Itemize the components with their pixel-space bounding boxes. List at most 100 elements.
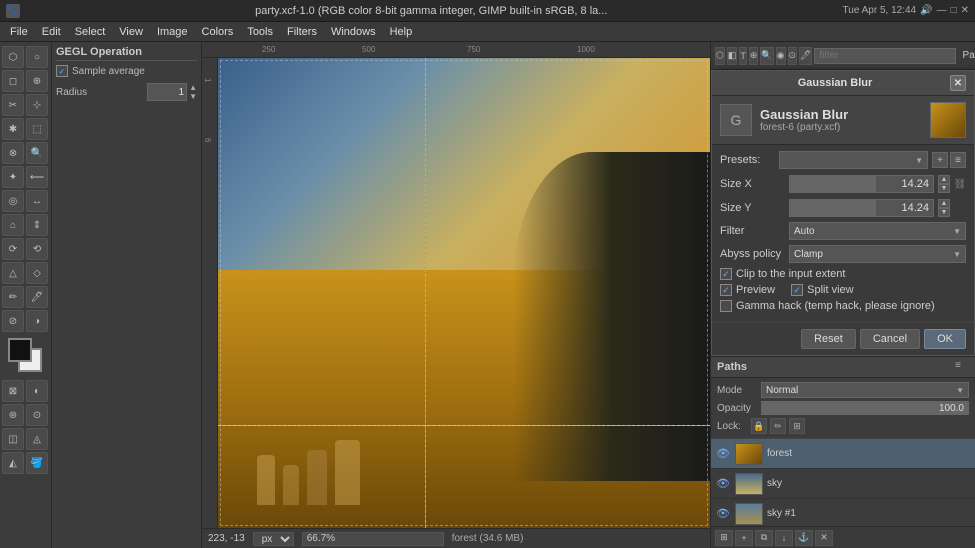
- filter-select[interactable]: Auto ▼: [789, 222, 966, 240]
- fg-bg-colors[interactable]: [8, 338, 44, 374]
- tool-text[interactable]: ✏: [2, 286, 24, 308]
- menu-select[interactable]: Select: [69, 24, 112, 40]
- size-x-spinner[interactable]: ▲ ▼: [938, 175, 950, 193]
- sample-average-checkbox[interactable]: ✓: [56, 65, 68, 77]
- size-x-up[interactable]: ▲: [938, 175, 950, 184]
- tool-scissors[interactable]: ⊹: [26, 94, 48, 116]
- size-y-input[interactable]: [789, 199, 934, 217]
- menu-image[interactable]: Image: [151, 24, 194, 40]
- new-layer-btn[interactable]: +: [735, 530, 753, 546]
- tool-heal[interactable]: ⊛: [2, 404, 24, 426]
- clip-input-checkbox[interactable]: [720, 268, 732, 280]
- size-y-up[interactable]: ▲: [938, 199, 950, 208]
- lock-pixels-icon[interactable]: 🔒: [751, 418, 767, 434]
- size-x-value[interactable]: [790, 178, 933, 190]
- rt-icon-5[interactable]: 🔍: [760, 47, 773, 65]
- tool-clone[interactable]: ◐: [26, 380, 48, 402]
- rt-icon-8[interactable]: 🖊: [799, 47, 812, 65]
- delete-layer-btn[interactable]: ✕: [815, 530, 833, 546]
- layer-item-sky[interactable]: 👁 sky: [711, 469, 975, 499]
- rt-icon-4[interactable]: ⊕: [749, 47, 759, 65]
- filter-input[interactable]: [814, 48, 956, 64]
- tool-eraser[interactable]: ⊠: [2, 380, 24, 402]
- rt-icon-6[interactable]: ◉: [776, 47, 786, 65]
- menu-windows[interactable]: Windows: [325, 24, 382, 40]
- chain-icon[interactable]: ⛓: [954, 174, 966, 194]
- radius-input[interactable]: [147, 83, 187, 101]
- layer-visibility-sky1[interactable]: 👁: [715, 506, 731, 522]
- menu-edit[interactable]: Edit: [36, 24, 67, 40]
- rt-icon-7[interactable]: ⊙: [788, 47, 798, 65]
- tool-paths[interactable]: ⬚: [26, 118, 48, 140]
- foreground-color[interactable]: [8, 338, 32, 362]
- tool-zoom[interactable]: 🔍: [26, 142, 48, 164]
- size-y-spinner[interactable]: ▲ ▼: [938, 199, 950, 217]
- zoom-input[interactable]: [302, 532, 444, 546]
- minimize-btn[interactable]: —: [937, 5, 947, 16]
- new-layer-group-btn[interactable]: ⊞: [715, 530, 733, 546]
- rt-icon-1[interactable]: ⬡: [715, 47, 725, 65]
- dialog-close-button[interactable]: ✕: [950, 75, 966, 91]
- size-x-input[interactable]: [789, 175, 934, 193]
- ok-button[interactable]: OK: [924, 329, 966, 349]
- unit-select[interactable]: px: [253, 532, 294, 546]
- menu-file[interactable]: File: [4, 24, 34, 40]
- size-y-value[interactable]: [790, 202, 933, 214]
- tool-move[interactable]: ⟵: [26, 166, 48, 188]
- tool-color-picker[interactable]: ⊗: [2, 142, 24, 164]
- maximize-btn[interactable]: □: [951, 5, 957, 16]
- tool-crop[interactable]: ⌂: [2, 214, 24, 236]
- size-y-down[interactable]: ▼: [938, 208, 950, 217]
- tool-foreground-select[interactable]: ✱: [2, 118, 24, 140]
- tool-rect-select[interactable]: ⬡: [2, 46, 24, 68]
- close-btn[interactable]: ✕: [961, 5, 969, 16]
- tool-warp[interactable]: ◇: [26, 262, 48, 284]
- tool-paintbrush[interactable]: 🖊: [26, 286, 48, 308]
- menu-tools[interactable]: Tools: [241, 24, 279, 40]
- layer-item-sky1[interactable]: 👁 sky #1: [711, 499, 975, 526]
- tool-blur-sharpen[interactable]: ◫: [2, 428, 24, 450]
- tool-fuzzy-select[interactable]: ⊕: [26, 70, 48, 92]
- menu-colors[interactable]: Colors: [196, 24, 240, 40]
- split-view-checkbox[interactable]: [791, 284, 803, 296]
- gamma-hack-checkbox[interactable]: [720, 300, 732, 312]
- tool-perspective-clone[interactable]: ⊙: [26, 404, 48, 426]
- preset-add-btn[interactable]: +: [932, 152, 948, 168]
- size-x-down[interactable]: ▼: [938, 184, 950, 193]
- abyss-select[interactable]: Clamp ▼: [789, 245, 966, 263]
- tool-ellipse-select[interactable]: ○: [26, 46, 48, 68]
- menu-help[interactable]: Help: [384, 24, 419, 40]
- menu-view[interactable]: View: [113, 24, 149, 40]
- layer-visibility-forest[interactable]: 👁: [715, 446, 731, 462]
- tool-scale[interactable]: ⟳: [2, 238, 24, 260]
- opacity-bar[interactable]: 100.0: [761, 401, 969, 415]
- lock-alpha-icon[interactable]: ⊞: [789, 418, 805, 434]
- tool-rotate[interactable]: ⇕: [26, 214, 48, 236]
- radius-spinner[interactable]: ▲▼: [189, 83, 197, 101]
- presets-select[interactable]: ▼: [779, 151, 928, 169]
- tool-smudge[interactable]: ◬: [26, 428, 48, 450]
- preset-menu-btn[interactable]: ≡: [950, 152, 966, 168]
- layer-item-forest[interactable]: 👁 forest: [711, 439, 975, 469]
- tool-airbrush[interactable]: ◑: [26, 310, 48, 332]
- tool-align[interactable]: ◎: [2, 190, 24, 212]
- anchor-layer-btn[interactable]: ⚓: [795, 530, 813, 546]
- cancel-button[interactable]: Cancel: [860, 329, 920, 349]
- mode-select[interactable]: Normal ▼: [761, 382, 969, 398]
- rt-icon-2[interactable]: ◧: [727, 47, 738, 65]
- tool-by-color[interactable]: ✂: [2, 94, 24, 116]
- tool-shear[interactable]: ⟲: [26, 238, 48, 260]
- rt-icon-3[interactable]: T: [739, 47, 747, 65]
- preview-checkbox[interactable]: [720, 284, 732, 296]
- tool-free-select[interactable]: ◻: [2, 70, 24, 92]
- tool-measure[interactable]: ✦: [2, 166, 24, 188]
- tool-pencil[interactable]: ⊘: [2, 310, 24, 332]
- lock-position-icon[interactable]: ✏: [770, 418, 786, 434]
- reset-button[interactable]: Reset: [801, 329, 856, 349]
- tool-bucket-fill[interactable]: 🪣: [26, 452, 48, 474]
- layer-visibility-sky[interactable]: 👁: [715, 476, 731, 492]
- tool-dodge-burn[interactable]: ◭: [2, 452, 24, 474]
- merge-down-btn[interactable]: ↓: [775, 530, 793, 546]
- layers-config-icon[interactable]: ≡: [955, 360, 969, 374]
- tool-transform[interactable]: ↔: [26, 190, 48, 212]
